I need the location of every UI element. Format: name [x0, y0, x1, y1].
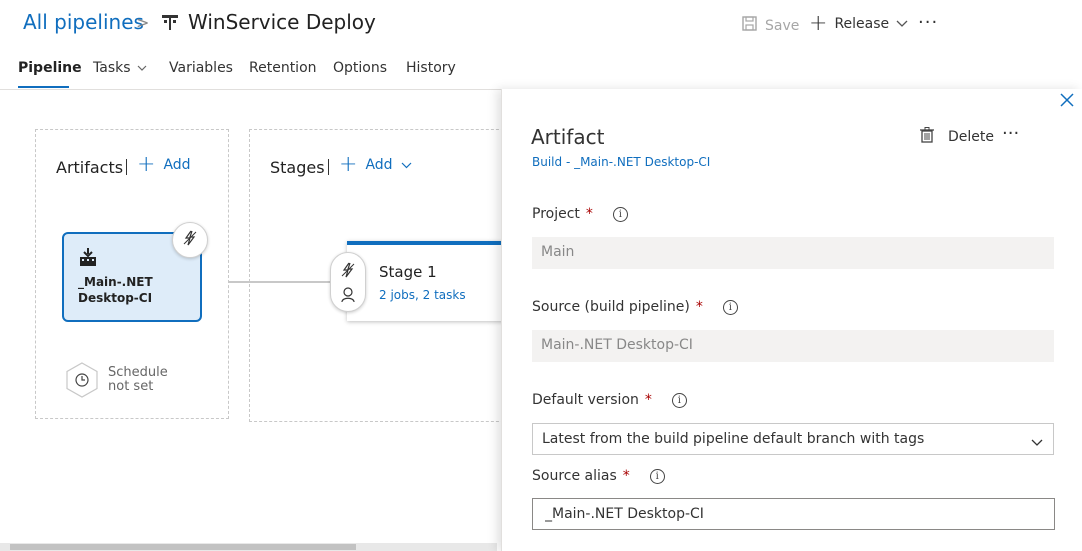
approver-icon[interactable]: [341, 287, 355, 307]
required-marker: *: [622, 468, 630, 484]
panel-more-icon[interactable]: ···: [1002, 123, 1019, 144]
required-marker: *: [695, 299, 703, 315]
build-artifact-icon: [78, 248, 98, 272]
release-pipeline-icon: [162, 14, 178, 36]
breadcrumb-all-pipelines[interactable]: All pipelines: [23, 10, 144, 34]
artifacts-section-label: Artifacts: [56, 158, 124, 177]
trash-icon: [920, 127, 934, 147]
more-actions-icon[interactable]: ···: [918, 12, 938, 33]
chevron-down-icon: [401, 157, 412, 173]
add-artifact-label: Add: [163, 157, 191, 173]
close-icon[interactable]: [1060, 93, 1074, 111]
schedule-status: Schedule not set: [108, 366, 168, 394]
page-title: WinService Deploy: [188, 10, 376, 34]
save-icon: [742, 16, 757, 35]
panel-subtitle-link[interactable]: Build - _Main-.NET Desktop-CI: [532, 155, 710, 169]
stage-conditions-pill: [330, 252, 366, 312]
info-icon[interactable]: i: [722, 299, 738, 315]
tab-options[interactable]: Options: [333, 60, 387, 76]
breadcrumb-separator: >: [136, 13, 150, 32]
delete-label: Delete: [948, 129, 994, 145]
info-icon[interactable]: i: [649, 468, 665, 484]
source-alias-label-text: Source alias: [532, 468, 617, 484]
release-label: Release: [834, 16, 890, 32]
continuous-deployment-trigger-button[interactable]: [172, 222, 208, 258]
project-label: Project * i: [532, 206, 628, 222]
plus-icon: +: [339, 152, 358, 177]
add-artifact-button[interactable]: + Add: [137, 152, 191, 177]
info-icon[interactable]: i: [671, 392, 687, 408]
tab-variables[interactable]: Variables: [169, 60, 233, 76]
source-alias-input[interactable]: [532, 498, 1055, 530]
default-version-value: Latest from the build pipeline default b…: [542, 431, 925, 447]
save-button[interactable]: Save: [742, 16, 799, 35]
default-version-label: Default version * i: [532, 392, 687, 408]
tab-pipeline[interactable]: Pipeline: [18, 60, 82, 76]
source-field: Main-.NET Desktop-CI: [532, 330, 1054, 362]
chevron-down-icon: [1031, 435, 1043, 451]
plus-icon: +: [137, 152, 156, 177]
tab-history[interactable]: History: [406, 60, 456, 76]
default-version-dropdown[interactable]: Latest from the build pipeline default b…: [532, 423, 1054, 455]
source-alias-label: Source alias * i: [532, 468, 665, 484]
divider: [126, 159, 127, 175]
plus-icon: +: [809, 11, 828, 36]
tab-retention[interactable]: Retention: [249, 60, 317, 76]
chevron-down-icon: [137, 60, 147, 76]
stage-name: Stage 1: [379, 263, 437, 281]
stages-section-label: Stages: [270, 158, 325, 177]
schedule-line1: Schedule: [108, 365, 168, 380]
schedule-line2: not set: [108, 379, 154, 394]
active-tab-indicator: [18, 86, 69, 88]
stage-jobs-tasks-link[interactable]: 2 jobs, 2 tasks: [379, 288, 466, 302]
divider: [328, 159, 329, 175]
add-stage-label: Add: [365, 157, 393, 173]
info-icon[interactable]: i: [612, 206, 628, 222]
tab-tasks[interactable]: Tasks: [93, 60, 147, 76]
tab-tasks-label: Tasks: [93, 60, 131, 76]
pre-deployment-conditions-icon[interactable]: [340, 262, 356, 282]
horizontal-scrollbar-thumb[interactable]: [10, 544, 356, 550]
save-label: Save: [765, 17, 800, 34]
project-label-text: Project: [532, 206, 580, 222]
required-marker: *: [644, 392, 652, 408]
chevron-down-icon: [896, 16, 908, 32]
source-label: Source (build pipeline) * i: [532, 299, 738, 315]
project-field: Main: [532, 237, 1054, 269]
add-stage-button[interactable]: + Add: [339, 152, 412, 177]
default-version-label-text: Default version: [532, 392, 639, 408]
page-header: All pipelines > WinService Deploy Save +…: [0, 0, 1082, 90]
source-label-text: Source (build pipeline): [532, 299, 690, 315]
delete-button[interactable]: Delete: [920, 127, 994, 147]
stage-card[interactable]: Stage 1 2 jobs, 2 tasks: [347, 241, 507, 321]
release-button[interactable]: + Release: [809, 11, 908, 36]
required-marker: *: [585, 206, 593, 222]
panel-title: Artifact: [531, 125, 605, 149]
lightning-icon: [182, 230, 198, 250]
schedule-button[interactable]: [66, 362, 98, 398]
artifact-panel: Artifact Build - _Main-.NET Desktop-CI D…: [501, 89, 1082, 551]
artifact-card-name: _Main-.NET Desktop-CI: [78, 275, 153, 305]
